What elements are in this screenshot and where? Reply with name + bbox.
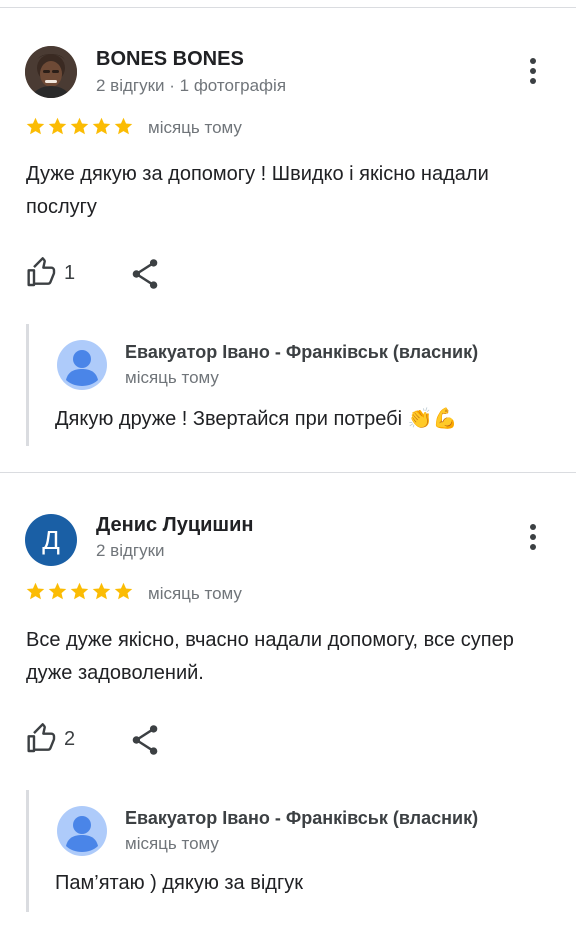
owner-reply-time: місяць тому xyxy=(125,368,219,387)
star-icon xyxy=(114,582,133,600)
owner-reply: Евакуатор Івано - Франківськ (власник) м… xyxy=(26,790,549,912)
author-avatar[interactable] xyxy=(25,46,77,98)
share-button[interactable] xyxy=(130,258,160,290)
author-meta: 2 відгуки xyxy=(96,541,165,560)
author-name[interactable]: Денис Луцишин xyxy=(96,514,253,537)
like-count: 1 xyxy=(64,261,76,284)
more-vert-icon xyxy=(526,524,540,550)
star-icon xyxy=(114,117,133,135)
thumb-up-icon xyxy=(27,723,56,753)
star-icon xyxy=(70,117,89,135)
author-avatar[interactable]: Д xyxy=(25,514,77,566)
star-icon xyxy=(92,117,111,135)
like-count: 2 xyxy=(64,727,76,750)
owner-reply: Евакуатор Івано - Франківськ (власник) м… xyxy=(26,324,549,446)
star-icon xyxy=(70,582,89,600)
review-time: місяць тому xyxy=(148,584,242,603)
star-icon xyxy=(48,582,67,600)
owner-reply-text: Пам’ятаю ) дякую за відгук xyxy=(55,872,304,894)
owner-name: Евакуатор Івано - Франківськ (власник) xyxy=(125,342,479,362)
more-options-button[interactable] xyxy=(526,524,540,554)
star-rating xyxy=(25,116,134,137)
review-text: Все дуже якісно, вчасно надали допомогу,… xyxy=(26,629,514,684)
share-button[interactable] xyxy=(130,724,160,756)
more-options-button[interactable] xyxy=(526,58,540,88)
owner-reply-time: місяць тому xyxy=(125,834,219,853)
share-icon xyxy=(132,725,158,755)
owner-reply-text: Дякую друже ! Звертайся при потребі 👏💪 xyxy=(55,408,458,430)
star-icon xyxy=(92,582,111,600)
review-time: місяць тому xyxy=(148,118,242,137)
author-meta: 2 відгуки · 1 фотографія xyxy=(96,76,287,95)
author-name[interactable]: BONES BONES xyxy=(96,48,244,71)
star-icon xyxy=(26,117,45,135)
person-avatar-icon xyxy=(57,806,107,856)
top-divider xyxy=(0,7,576,8)
star-icon xyxy=(26,582,45,600)
thumb-up-icon xyxy=(27,257,56,287)
like-button[interactable]: 2 xyxy=(26,722,75,756)
like-button[interactable]: 1 xyxy=(26,256,75,290)
star-icon xyxy=(48,117,67,135)
more-vert-icon xyxy=(526,58,540,84)
avatar-photo xyxy=(25,46,77,98)
share-icon xyxy=(132,259,158,289)
owner-name: Евакуатор Івано - Франківськ (власник) xyxy=(125,808,479,828)
review-text: Дуже дякую за допомогу ! Швидко і якісно… xyxy=(26,163,489,218)
person-avatar-icon xyxy=(57,340,107,390)
review-divider xyxy=(0,472,576,473)
star-rating xyxy=(25,581,134,602)
